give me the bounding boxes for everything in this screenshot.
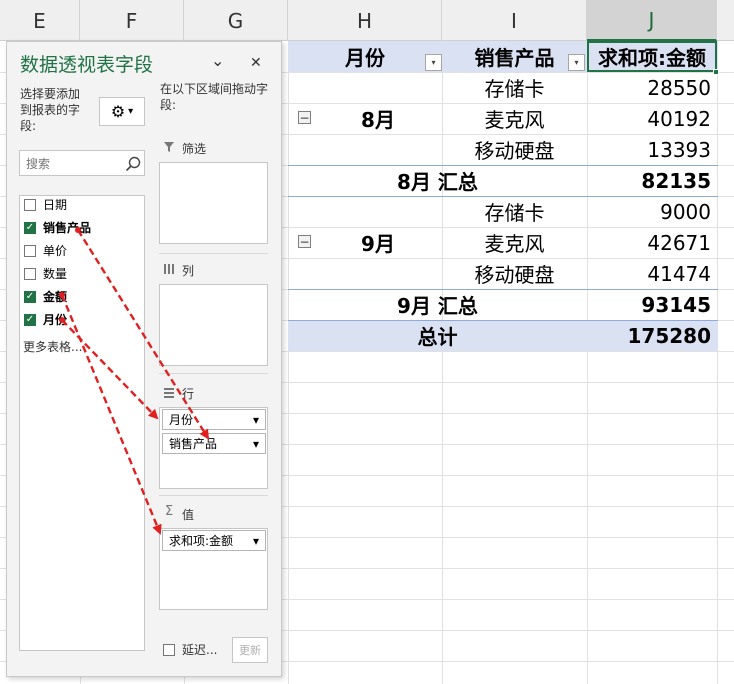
field-list-items: 日期 ✓ 销售产品单价数量 ✓ 金额 ✓ 月份 — [24, 193, 142, 331]
row-field-month[interactable]: 月份 ▾ — [162, 409, 266, 430]
dropdown-icon[interactable]: ▾ — [253, 534, 259, 548]
pane-settings-button[interactable]: ⚙ ▾ — [99, 97, 145, 126]
value-field-sum-amount[interactable]: 求和项:金额 ▾ — [162, 530, 266, 551]
column-header-f[interactable]: F — [80, 0, 184, 41]
pane-title: 数据透视表字段 — [20, 54, 154, 76]
field-item[interactable]: 日期 — [24, 193, 142, 216]
subtotal-8-label: 8月 汇总 — [397, 170, 478, 194]
pill-label: 月份 — [169, 413, 194, 427]
grid-col-line — [717, 41, 718, 684]
field-label: 单价 — [43, 244, 68, 258]
pivot-header-month: 月份 — [345, 46, 385, 70]
rows-area-label: 行 — [182, 387, 195, 401]
area-separator — [159, 373, 268, 374]
product-cell: 移动硬盘 — [474, 139, 555, 163]
pivot-header-product: 销售产品 — [474, 46, 555, 70]
pivot-header-value[interactable]: 求和项:金额 — [587, 41, 717, 72]
amount-cell: 28550 — [647, 75, 711, 100]
values-area-label: 值 — [182, 508, 195, 522]
field-label: 销售产品 — [43, 221, 92, 235]
field-checkbox[interactable] — [24, 244, 36, 257]
subtotal-9-label: 9月 汇总 — [397, 294, 478, 318]
defer-update-checkbox[interactable] — [163, 644, 175, 656]
grand-total-value: 175280 — [627, 323, 712, 348]
amount-cell: 13393 — [647, 137, 711, 162]
field-checkbox[interactable] — [24, 198, 36, 211]
row-field-product[interactable]: 销售产品 ▾ — [162, 433, 266, 454]
column-header-j[interactable]: J — [587, 0, 717, 41]
product-cell: 移动硬盘 — [474, 263, 555, 287]
choose-fields-label: 选择要添加到报表的字段: — [20, 87, 81, 133]
field-item[interactable]: 数量 — [24, 262, 142, 285]
gear-icon: ⚙ — [110, 102, 126, 121]
area-separator — [159, 495, 268, 496]
dropdown-icon: ▾ — [574, 58, 579, 67]
subtotal-8-value: 82135 — [641, 168, 711, 193]
month-filter-dropdown[interactable]: ▾ — [425, 54, 442, 71]
sigma-icon: Σ — [165, 504, 174, 519]
dropdown-icon: ▾ — [431, 58, 436, 67]
columns-icon — [164, 264, 174, 274]
filter-area-label: 筛选 — [182, 142, 207, 156]
column-header-g[interactable]: G — [184, 0, 288, 41]
update-button[interactable]: 更新 — [232, 637, 268, 663]
field-label: 月份 — [43, 313, 68, 327]
product-cell: 存储卡 — [484, 77, 545, 101]
columns-drop-area[interactable] — [159, 284, 268, 366]
product-cell: 麦克风 — [484, 108, 545, 132]
column-header-h[interactable]: H — [288, 0, 442, 41]
field-label: 金额 — [43, 290, 68, 304]
search-icon[interactable] — [124, 155, 142, 173]
grand-total-label: 总计 — [417, 325, 458, 349]
pane-options-chevron-icon[interactable]: ⌄ — [211, 53, 224, 69]
amount-cell: 41474 — [647, 261, 711, 286]
field-checkbox[interactable]: ✓ — [24, 290, 36, 303]
rows-icon — [164, 388, 174, 398]
month-9-label: 9月 — [361, 232, 395, 256]
field-item[interactable]: ✓ 金额 — [24, 285, 142, 308]
subtotal-9-value: 93145 — [641, 292, 711, 317]
dropdown-icon[interactable]: ▾ — [253, 413, 259, 427]
dropdown-icon: ▾ — [128, 106, 134, 117]
defer-update-label: 延迟... — [182, 643, 218, 657]
product-cell: 存储卡 — [484, 201, 545, 225]
field-item[interactable]: ✓ 月份 — [24, 308, 142, 331]
filter-drop-area[interactable] — [159, 162, 268, 244]
search-input[interactable] — [24, 154, 124, 174]
field-label: 数量 — [43, 267, 68, 281]
field-item[interactable]: 单价 — [24, 239, 142, 262]
amount-cell: 40192 — [647, 106, 711, 131]
column-header-i[interactable]: I — [442, 0, 587, 41]
area-separator — [159, 253, 268, 254]
product-filter-dropdown[interactable]: ▾ — [568, 54, 585, 71]
dropdown-icon[interactable]: ▾ — [253, 437, 259, 451]
field-label: 日期 — [43, 198, 68, 212]
product-cell: 麦克风 — [484, 232, 545, 256]
month-8-label: 8月 — [361, 108, 395, 132]
field-checkbox[interactable]: ✓ — [24, 221, 36, 234]
field-item[interactable]: ✓ 销售产品 — [24, 216, 142, 239]
amount-cell: 9000 — [660, 199, 711, 224]
amount-cell: 42671 — [647, 230, 711, 255]
field-checkbox[interactable]: ✓ — [24, 313, 36, 326]
filter-icon — [164, 142, 174, 152]
column-header-e[interactable]: E — [0, 0, 80, 41]
field-search-box[interactable] — [19, 150, 145, 176]
columns-area-label: 列 — [182, 264, 195, 278]
pill-label: 求和项:金额 — [169, 534, 234, 548]
more-tables-link[interactable]: 更多表格... — [23, 339, 82, 355]
field-checkbox[interactable] — [24, 267, 36, 280]
pill-label: 销售产品 — [169, 437, 218, 451]
drag-fields-label: 在以下区域间拖动字段: — [160, 82, 269, 112]
pane-close-icon[interactable]: ✕ — [250, 55, 262, 71]
